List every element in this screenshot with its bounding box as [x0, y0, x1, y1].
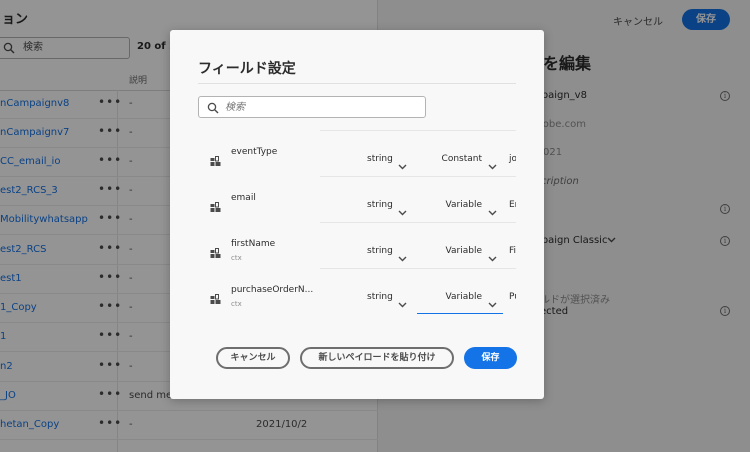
chevron-down-icon[interactable]	[398, 293, 407, 312]
chevron-down-icon[interactable]	[488, 293, 497, 312]
field-name: eventType	[231, 147, 278, 157]
field-type-icon	[210, 198, 221, 217]
paste-payload-button[interactable]: 新しいペイロードを貼り付け	[300, 347, 454, 369]
field-type-icon	[210, 244, 221, 263]
dialog-title: フィールド設定	[198, 61, 296, 77]
field-settings-dialog: フィールド設定 eventType string Constant jo email st…	[170, 30, 544, 399]
field-context-label: ctx	[231, 300, 242, 308]
field-list: eventType string Constant jo email string Vari…	[198, 130, 516, 324]
field-type-dropdown[interactable]: string	[367, 292, 393, 302]
field-value-input[interactable]: Fi	[509, 246, 516, 256]
field-name: firstName	[231, 239, 276, 249]
field-mode-dropdown[interactable]: Constant	[416, 154, 482, 164]
field-type-icon	[210, 290, 221, 309]
field-mode-dropdown[interactable]: Variable	[416, 292, 482, 302]
field-row: email string Variable Er	[198, 176, 516, 222]
chevron-down-icon[interactable]	[398, 155, 407, 174]
field-row: firstName string Variable Fi ctx	[198, 222, 516, 268]
focus-underline	[417, 313, 503, 314]
cancel-button[interactable]: キャンセル	[216, 347, 290, 369]
field-name: email	[231, 193, 256, 203]
search-icon	[207, 102, 219, 114]
field-mode-dropdown[interactable]: Variable	[416, 200, 482, 210]
field-value-input[interactable]: Er	[509, 200, 516, 210]
field-search-input[interactable]	[225, 99, 421, 115]
row-divider	[320, 176, 516, 177]
chevron-down-icon[interactable]	[398, 201, 407, 220]
field-context-label: ctx	[231, 254, 242, 262]
row-divider	[320, 222, 516, 223]
field-type-icon	[210, 152, 221, 171]
field-search-box[interactable]	[198, 96, 426, 118]
row-divider	[320, 268, 516, 269]
dialog-title-divider	[198, 83, 516, 84]
field-row: eventType string Constant jo	[198, 130, 516, 176]
field-name: purchaseOrderN...	[231, 285, 314, 295]
field-value-input[interactable]: jo	[509, 154, 516, 164]
row-divider	[320, 130, 516, 131]
field-type-dropdown[interactable]: string	[367, 154, 393, 164]
chevron-down-icon[interactable]	[488, 155, 497, 174]
field-type-dropdown[interactable]: string	[367, 246, 393, 256]
save-button[interactable]: 保存	[464, 347, 517, 369]
field-row: purchaseOrderN... string Variable Pu ctx	[198, 268, 516, 314]
chevron-down-icon[interactable]	[488, 201, 497, 220]
field-value-input[interactable]: Pu	[509, 292, 516, 302]
chevron-down-icon[interactable]	[398, 247, 407, 266]
chevron-down-icon[interactable]	[488, 247, 497, 266]
field-type-dropdown[interactable]: string	[367, 200, 393, 210]
field-mode-dropdown[interactable]: Variable	[416, 246, 482, 256]
